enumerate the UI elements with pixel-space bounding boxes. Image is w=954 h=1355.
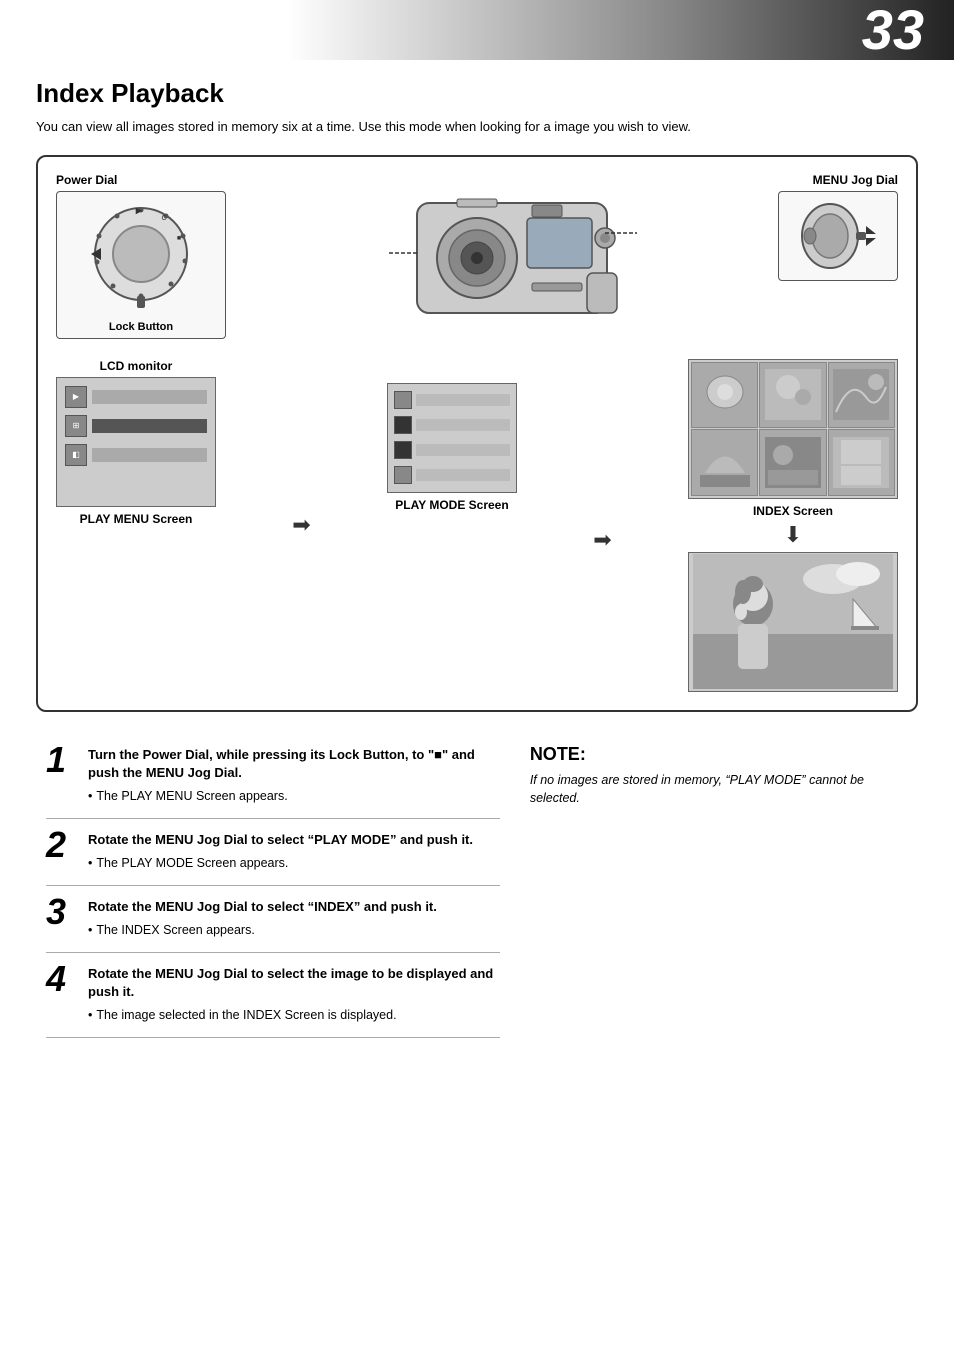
- step-3-number: 3: [46, 894, 78, 930]
- mode-row-2: [394, 414, 510, 436]
- index-screen-section: INDEX Screen: [688, 359, 898, 518]
- mode-icon-1: [394, 391, 412, 409]
- diagram-box: Power Dial: [36, 155, 918, 712]
- note-text: If no images are stored in memory, “PLAY…: [530, 771, 908, 809]
- step-2-number: 2: [46, 827, 78, 863]
- single-image-screen: [688, 552, 898, 692]
- step-2-bullet: The PLAY MODE Screen appears.: [88, 854, 500, 873]
- mode-icon-4: [394, 466, 412, 484]
- top-banner: 33: [0, 0, 954, 60]
- step-1-number: 1: [46, 742, 78, 778]
- menu-icon-1: ▶: [65, 386, 87, 408]
- menu-bar-2: [92, 419, 207, 433]
- menu-dial-section: MENU Jog Dial: [778, 173, 898, 281]
- play-mode-screen-label: PLAY MODE Screen: [395, 498, 508, 512]
- index-screen: [688, 359, 898, 499]
- arrow-to-index: ➡: [593, 527, 611, 553]
- mode-bar-4: [416, 469, 510, 481]
- step-3-bullet: The INDEX Screen appears.: [88, 921, 500, 940]
- menu-bar-1: [92, 390, 207, 404]
- steps-section: 1 Turn the Power Dial, while pressing it…: [36, 734, 918, 1038]
- mode-bar-1: [416, 394, 510, 406]
- lock-button-label: Lock Button: [109, 321, 173, 333]
- step-1-content: Turn the Power Dial, while pressing its …: [88, 746, 500, 806]
- lcd-monitor-section: LCD monitor ▶ ⊞ ◧: [56, 359, 216, 526]
- mode-bar-2: [416, 419, 510, 431]
- step-1-main: Turn the Power Dial, while pressing its …: [88, 746, 500, 782]
- power-dial-svg: ▶ C ■: [71, 196, 211, 316]
- index-cell-1: [691, 362, 758, 429]
- step-4-number: 4: [46, 961, 78, 997]
- intro-text: You can view all images stored in memory…: [36, 117, 918, 137]
- step-4-content: Rotate the MENU Jog Dial to select the i…: [88, 965, 500, 1025]
- menu-dial-box: [778, 191, 898, 281]
- section-title: Index Playback: [36, 78, 918, 109]
- step-4: 4 Rotate the MENU Jog Dial to select the…: [46, 953, 500, 1038]
- step-4-bullet: The image selected in the INDEX Screen i…: [88, 1006, 500, 1025]
- index-cell-2: [759, 362, 826, 429]
- step-1-bullet: The PLAY MENU Screen appears.: [88, 787, 500, 806]
- svg-text:■: ■: [177, 235, 181, 242]
- menu-row-3: ◧: [65, 442, 207, 468]
- steps-left: 1 Turn the Power Dial, while pressing it…: [46, 734, 500, 1038]
- step-2-main: Rotate the MENU Jog Dial to select “PLAY…: [88, 831, 500, 849]
- play-menu-screen: ▶ ⊞ ◧: [56, 377, 216, 507]
- mode-row-3: [394, 439, 510, 461]
- menu-icon-3: ◧: [65, 444, 87, 466]
- mode-icon-2: [394, 416, 412, 434]
- index-cell-6: [828, 429, 895, 496]
- step-1: 1 Turn the Power Dial, while pressing it…: [46, 734, 500, 819]
- index-cell-4: [691, 429, 758, 496]
- note-section: NOTE: If no images are stored in memory,…: [530, 734, 908, 1038]
- camera-svg: [357, 173, 647, 343]
- step-2-content: Rotate the MENU Jog Dial to select “PLAY…: [88, 831, 500, 873]
- play-mode-screen: [387, 383, 517, 493]
- page-number: 33: [862, 2, 924, 58]
- menu-jog-dial-label: MENU Jog Dial: [813, 173, 898, 187]
- svg-text:▶: ▶: [135, 206, 143, 215]
- step-4-main: Rotate the MENU Jog Dial to select the i…: [88, 965, 500, 1001]
- mode-bar-3: [416, 444, 510, 456]
- bottom-screens-row: LCD monitor ▶ ⊞ ◧: [56, 359, 898, 692]
- step-3: 3 Rotate the MENU Jog Dial to select “IN…: [46, 886, 500, 953]
- power-dial-label: Power Dial: [56, 173, 117, 187]
- lcd-monitor-label: LCD monitor: [100, 359, 173, 373]
- arrow-to-play-mode: ➡: [292, 512, 310, 538]
- index-screen-label: INDEX Screen: [753, 504, 833, 518]
- power-dial-section: Power Dial: [56, 173, 226, 339]
- play-mode-section: PLAY MODE Screen: [387, 383, 517, 512]
- menu-icon-2: ⊞: [65, 415, 87, 437]
- index-cell-5: [759, 429, 826, 496]
- step-2: 2 Rotate the MENU Jog Dial to select “PL…: [46, 819, 500, 886]
- menu-dial-svg: [788, 196, 888, 276]
- index-section: INDEX Screen ⬇: [688, 359, 898, 692]
- play-menu-screen-label: PLAY MENU Screen: [80, 512, 193, 526]
- menu-row-2: ⊞: [65, 413, 207, 439]
- svg-text:C: C: [161, 215, 166, 222]
- step-3-main: Rotate the MENU Jog Dial to select “INDE…: [88, 898, 500, 916]
- camera-container: [226, 173, 778, 343]
- menu-bar-3: [92, 448, 207, 462]
- menu-row-1: ▶: [65, 384, 207, 410]
- index-cell-3: [828, 362, 895, 429]
- mode-row-1: [394, 389, 510, 411]
- mode-icon-3: [394, 441, 412, 459]
- note-title: NOTE:: [530, 744, 908, 765]
- main-content: Index Playback You can view all images s…: [0, 60, 954, 1056]
- mode-row-4: [394, 464, 510, 486]
- arrow-to-single: ⬇: [784, 522, 802, 548]
- diagram-top-row: Power Dial: [56, 173, 898, 343]
- power-dial-box: ▶ C ■ Lock Button: [56, 191, 226, 339]
- step-3-content: Rotate the MENU Jog Dial to select “INDE…: [88, 898, 500, 940]
- single-image-svg: [693, 554, 893, 689]
